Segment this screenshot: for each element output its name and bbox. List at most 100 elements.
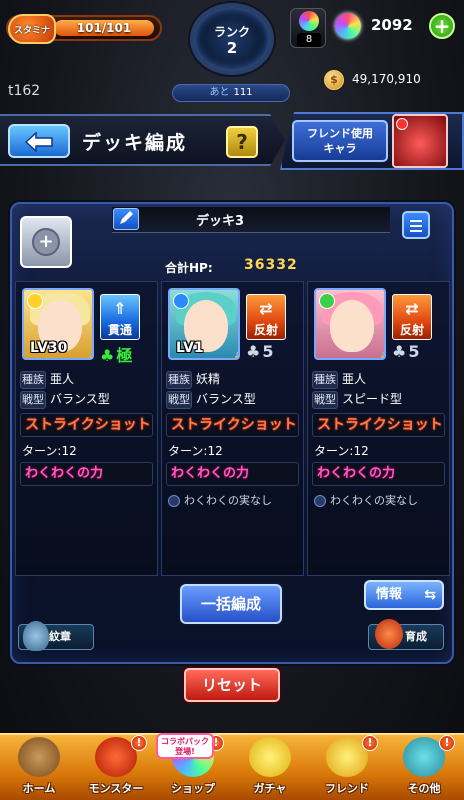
clover-icon: ♣ [392,342,407,361]
no-fruit-text: わくわくの実なし [184,494,272,507]
clover-icon: ♣ [246,342,261,361]
collab-pack-badge[interactable]: コラボパック 登場! [156,733,214,759]
nav-other[interactable]: ! その他 [385,733,463,800]
luck-value: ♣ 5 [246,342,273,361]
pencil-icon [120,211,133,224]
wood-element-icon [319,293,335,309]
rank-next-value: 111 [233,87,253,98]
collab-line1: コラボパック [161,737,209,746]
turn-count: ターン:12 [314,444,369,458]
train-label: 育成 [405,630,427,643]
deck-list-button[interactable] [402,211,430,239]
info-button[interactable]: 情報 ⇆ [364,580,444,610]
monster-card-2[interactable]: LV1 🔒 ⇄ 反射 ♣5 種族妖精 戦型バランス型 ストライクショット ターン… [161,281,304,576]
waku-power-label[interactable]: わくわくの力 [312,462,445,486]
crest-label: 紋章 [49,630,71,643]
page-title: デッキ編成 [82,132,188,154]
race-value: 妖精 [196,372,221,386]
type-value: バランス型 [196,392,256,406]
info-label: 情報 [376,587,403,602]
race-key: 種族 [20,371,46,389]
nav-monster[interactable]: ! モンスター [77,733,155,800]
lock-icon: 🔒 [86,350,92,358]
clover-icon: ♣ [100,346,115,365]
friend-character-icon[interactable] [392,114,448,168]
type-key: 戦型 [20,391,46,409]
back-arrow-icon [24,132,53,152]
turn-count: ターン:12 [168,444,223,458]
train-icon [375,619,403,649]
alert-badge: ! [439,735,455,751]
type-row: 戦型 スピード型 [312,390,402,410]
gimmick-badge: ⇄ 反射 [392,294,432,340]
user-tag: t162 [8,83,41,99]
type-key: 戦型 [166,391,192,409]
rank-next-exp: あと 111 [172,84,290,102]
alert-badge: ! [362,735,378,751]
strike-shot-label[interactable]: ストライクショット [20,413,153,437]
portrait-face [330,300,374,352]
nav-home[interactable]: ホーム [0,733,78,800]
nav-shop-label: ショップ [171,782,215,795]
swap-arrows-icon: ⇆ [424,587,436,603]
type-value: バランス型 [50,392,110,406]
friend-character-button[interactable]: フレンド使用 キャラ [292,120,388,162]
edit-deck-name-button[interactable] [113,208,139,230]
orb-count: 8 [297,33,321,47]
no-fruit-row: わくわくの実なし [314,492,418,508]
back-button[interactable] [8,124,70,158]
rank-badge[interactable]: ランク 2 [182,3,282,83]
total-hp-value: 36332 [244,257,298,273]
race-row: 種族 亜人 [20,370,74,390]
fruit-icon [168,495,180,507]
help-button[interactable]: ? [226,126,258,158]
orb-stock[interactable]: 8 [290,8,326,48]
monster-portrait[interactable]: 🔒 [314,288,386,360]
no-fruit-row: わくわくの実なし [168,492,272,508]
gimmick-label: 反射 [399,323,424,337]
type-key: 戦型 [312,391,338,409]
monster-portrait[interactable]: LV1 🔒 [168,288,240,360]
reflect-icon: ⇄ [259,299,273,318]
crest-button[interactable]: 紋章 [18,621,94,651]
total-hp-label: 合計HP: [165,261,213,275]
train-button[interactable]: 育成 [368,619,444,650]
strike-shot-label[interactable]: ストライクショット [312,413,445,437]
stamina-gauge: スタミナ 101/101 [6,14,162,44]
rank-next-label: あと [209,87,230,98]
gimmick-badge: ⇄ 反射 [246,294,286,340]
monster-card-3[interactable]: 🔒 ⇄ 反射 ♣5 種族亜人 戦型スピード型 ストライクショット ターン:12 … [307,281,450,576]
lock-icon: 🔒 [232,350,238,358]
plus-icon: + [32,228,60,256]
nav-other-label: その他 [407,782,441,795]
pierce-icon: ⇑ [113,299,127,318]
gold-value: 49,170,910 [352,72,421,86]
gacha-icon [249,737,291,777]
add-gems-button[interactable]: + [429,13,455,39]
monster-card-1[interactable]: LV30 🔒 ⇑ 貫通 ♣極 種族亜人 戦型バランス型 ストライクショット ター… [15,281,158,576]
luck-text: 極 [116,346,133,365]
add-deck-button[interactable]: + [20,216,72,268]
stamina-label: スタミナ [8,14,56,44]
fire-element-icon [396,118,408,130]
menu-line-icon [410,225,422,227]
luck-value: ♣ 極 [100,342,132,366]
nav-friend[interactable]: ! フレンド [308,733,386,800]
type-value: スピード型 [342,392,403,406]
waku-power-label[interactable]: わくわくの力 [20,462,153,486]
reset-button[interactable]: リセット [184,668,280,702]
lock-icon: 🔒 [378,350,384,358]
fruit-icon [314,495,326,507]
waku-power-label[interactable]: わくわくの力 [166,462,299,486]
nav-gacha-label: ガチャ [253,782,287,795]
monster-level: LV30 [30,340,68,356]
bulk-edit-button[interactable]: 一括編成 [180,584,282,624]
water-element-icon [173,293,189,309]
gimmick-label: 反射 [253,323,278,337]
crest-icon [23,621,49,651]
monster-portrait[interactable]: LV30 🔒 [22,288,94,360]
home-icon [18,737,60,777]
menu-line-icon [410,220,422,222]
nav-gacha[interactable]: ガチャ [231,733,309,800]
strike-shot-label[interactable]: ストライクショット [166,413,299,437]
